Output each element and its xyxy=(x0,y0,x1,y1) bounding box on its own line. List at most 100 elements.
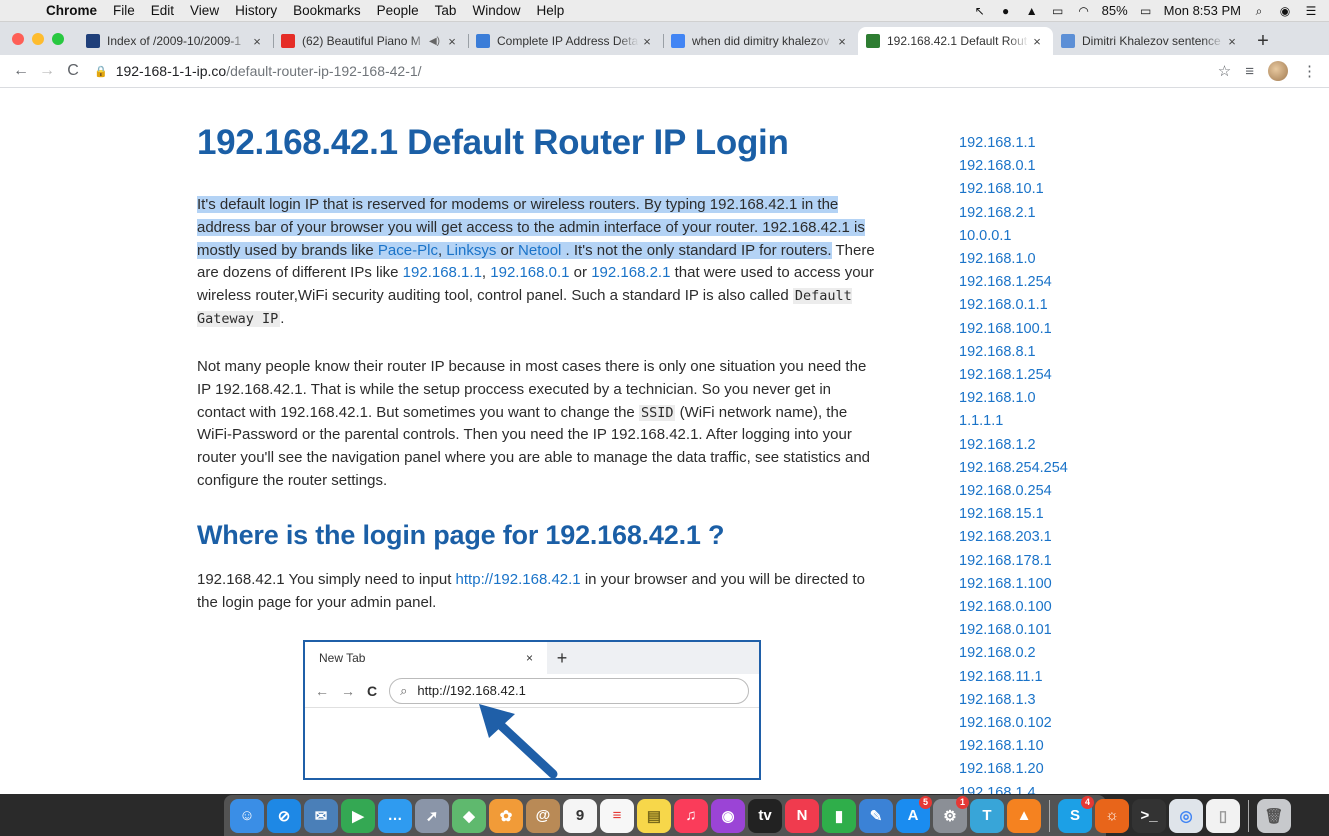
menu-bookmarks[interactable]: Bookmarks xyxy=(285,3,369,18)
link-ip-192-168-1-1[interactable]: 192.168.1.1 xyxy=(403,264,482,281)
sidebar-ip-link[interactable]: 192.168.1.1 xyxy=(959,132,1159,155)
sidebar-ip-link[interactable]: 192.168.10.1 xyxy=(959,178,1159,201)
sidebar-ip-link[interactable]: 192.168.1.100 xyxy=(959,573,1159,596)
tab-6[interactable]: Dimitri Khalezov sentence × xyxy=(1053,27,1248,55)
tab-5[interactable]: 192.168.42.1 Default Rout × xyxy=(858,27,1053,55)
lock-icon[interactable]: 🔒 xyxy=(94,65,108,78)
messages-icon[interactable]: … xyxy=(378,798,412,833)
sidebar-ip-link[interactable]: 192.168.1.2 xyxy=(959,434,1159,457)
sidebar-ip-link[interactable]: 192.168.0.102 xyxy=(959,712,1159,735)
sidebar-ip-link[interactable]: 1.1.1.1 xyxy=(959,410,1159,433)
back-icon[interactable]: ← xyxy=(8,62,34,80)
music-icon[interactable]: ♫ xyxy=(674,798,708,833)
close-tab-icon[interactable]: × xyxy=(1029,34,1045,49)
sidebar-ip-link[interactable]: 192.168.1.0 xyxy=(959,387,1159,410)
tab-1[interactable]: Index of /2009-10/2009-1 × xyxy=(78,27,273,55)
link-router-url[interactable]: http://192.168.42.1 xyxy=(456,571,581,588)
sidebar-ip-link[interactable]: 192.168.11.1 xyxy=(959,666,1159,689)
close-tab-icon[interactable]: × xyxy=(639,34,655,49)
address-bar[interactable]: 🔒 192-168-1-1-ip.co/default-router-ip-19… xyxy=(94,57,1210,85)
zoom-window-button[interactable] xyxy=(52,32,64,45)
new-tab-button[interactable]: + xyxy=(1248,27,1278,55)
battery-icon[interactable]: ▭ xyxy=(1138,4,1154,18)
airplay-icon[interactable]: ▭ xyxy=(1050,4,1066,18)
more-menu-icon[interactable]: ⋮ xyxy=(1302,62,1317,80)
menu-file[interactable]: File xyxy=(105,3,143,18)
sidebar-ip-link[interactable]: 192.168.0.254 xyxy=(959,480,1159,503)
minimize-window-button[interactable] xyxy=(32,32,44,45)
siri-icon[interactable]: ◉ xyxy=(1277,4,1293,18)
tv-icon[interactable]: tv xyxy=(748,798,782,833)
chrome-icon[interactable]: ◎ xyxy=(1169,798,1203,833)
sidebar-ip-link[interactable]: 192.168.1.20 xyxy=(959,758,1159,781)
reminders-icon[interactable]: ≡ xyxy=(600,798,634,833)
link-ip-192-168-0-1[interactable]: 192.168.0.1 xyxy=(490,264,569,281)
sidebar-ip-link[interactable]: 192.168.0.2 xyxy=(959,642,1159,665)
close-tab-icon[interactable]: × xyxy=(444,34,460,49)
calendar-icon[interactable]: 9 xyxy=(563,798,597,833)
appstore-icon[interactable]: A5 xyxy=(896,795,932,833)
control-center-icon[interactable]: ☰ xyxy=(1303,4,1319,18)
audio-playing-icon[interactable]: ◀) xyxy=(429,36,440,47)
menu-edit[interactable]: Edit xyxy=(143,3,182,18)
tab-4[interactable]: when did dimitry khalezov × xyxy=(663,27,858,55)
sidebar-ip-link[interactable]: 192.168.100.1 xyxy=(959,318,1159,341)
terminal-icon[interactable]: >_ xyxy=(1132,798,1166,833)
spotlight-icon[interactable]: ⌕ xyxy=(1251,4,1267,18)
sidebar-ip-link[interactable]: 192.168.15.1 xyxy=(959,503,1159,526)
menu-tab[interactable]: Tab xyxy=(427,3,465,18)
link-pace-plc[interactable]: Pace-Plc xyxy=(378,242,438,259)
firefox-icon[interactable]: ☼ xyxy=(1095,798,1129,833)
contacts-icon[interactable]: @ xyxy=(526,798,560,833)
reload-icon[interactable]: C xyxy=(60,62,86,80)
sidebar-ip-link[interactable]: 192.168.1.254 xyxy=(959,364,1159,387)
facetime-icon[interactable]: ▶ xyxy=(341,798,375,833)
trash-icon[interactable]: 🗑 xyxy=(1257,798,1291,833)
close-window-button[interactable] xyxy=(12,32,24,45)
menu-view[interactable]: View xyxy=(182,3,227,18)
vlc-icon[interactable]: ▲ xyxy=(1007,798,1041,833)
sidebar-ip-link[interactable]: 192.168.0.1.1 xyxy=(959,294,1159,317)
sidebar-ip-link[interactable]: 192.168.0.1 xyxy=(959,155,1159,178)
keynote-icon[interactable]: ✎ xyxy=(859,798,893,833)
news-icon[interactable]: N xyxy=(785,798,819,833)
reading-list-icon[interactable]: ≡ xyxy=(1245,63,1254,80)
menu-help[interactable]: Help xyxy=(528,3,572,18)
sidebar-ip-link[interactable]: 192.168.178.1 xyxy=(959,550,1159,573)
profile-avatar[interactable] xyxy=(1268,61,1288,81)
maps-icon[interactable]: ◆ xyxy=(452,798,486,833)
close-tab-icon[interactable]: × xyxy=(834,34,850,49)
menu-history[interactable]: History xyxy=(227,3,285,18)
sidebar-ip-link[interactable]: 192.168.254.254 xyxy=(959,457,1159,480)
status-circle-icon[interactable]: ● xyxy=(998,4,1014,18)
clock[interactable]: Mon 8:53 PM xyxy=(1164,3,1241,18)
notes-icon[interactable]: ▤ xyxy=(637,798,671,833)
wifi-icon[interactable]: ◠ xyxy=(1076,4,1092,18)
preview-icon[interactable]: ✉ xyxy=(304,798,338,833)
menu-people[interactable]: People xyxy=(369,3,427,18)
photos-icon[interactable]: ✿ xyxy=(489,798,523,833)
podcasts-icon[interactable]: ◉ xyxy=(711,798,745,833)
sidebar-ip-link[interactable]: 192.168.0.101 xyxy=(959,619,1159,642)
atlassian-icon[interactable]: T xyxy=(970,798,1004,833)
link-ip-192-168-2-1[interactable]: 192.168.2.1 xyxy=(591,264,670,281)
numbers-icon[interactable]: ▮ xyxy=(822,798,856,833)
sidebar-ip-link[interactable]: 192.168.203.1 xyxy=(959,526,1159,549)
upload-icon[interactable]: ▲ xyxy=(1024,4,1040,18)
document-icon[interactable]: ▯ xyxy=(1206,798,1240,833)
sidebar-ip-link[interactable]: 192.168.0.100 xyxy=(959,596,1159,619)
sidebar-ip-link[interactable]: 192.168.1.4 xyxy=(959,782,1159,794)
safari-icon[interactable]: ⊘ xyxy=(267,798,301,833)
finder-icon[interactable]: ☺ xyxy=(230,798,264,833)
tab-3[interactable]: Complete IP Address Deta × xyxy=(468,27,663,55)
sidebar-ip-link[interactable]: 192.168.8.1 xyxy=(959,341,1159,364)
sidebar-ip-link[interactable]: 192.168.1.10 xyxy=(959,735,1159,758)
close-tab-icon[interactable]: × xyxy=(1224,34,1240,49)
link-linksys[interactable]: Linksys xyxy=(446,242,496,259)
cursor-icon[interactable]: ↖ xyxy=(972,4,988,18)
tab-2[interactable]: (62) Beautiful Piano M ◀) × xyxy=(273,27,468,55)
menu-window[interactable]: Window xyxy=(464,3,528,18)
bookmark-star-icon[interactable]: ☆ xyxy=(1218,62,1231,80)
sidebar-ip-link[interactable]: 192.168.2.1 xyxy=(959,202,1159,225)
sidebar-ip-link[interactable]: 192.168.1.3 xyxy=(959,689,1159,712)
